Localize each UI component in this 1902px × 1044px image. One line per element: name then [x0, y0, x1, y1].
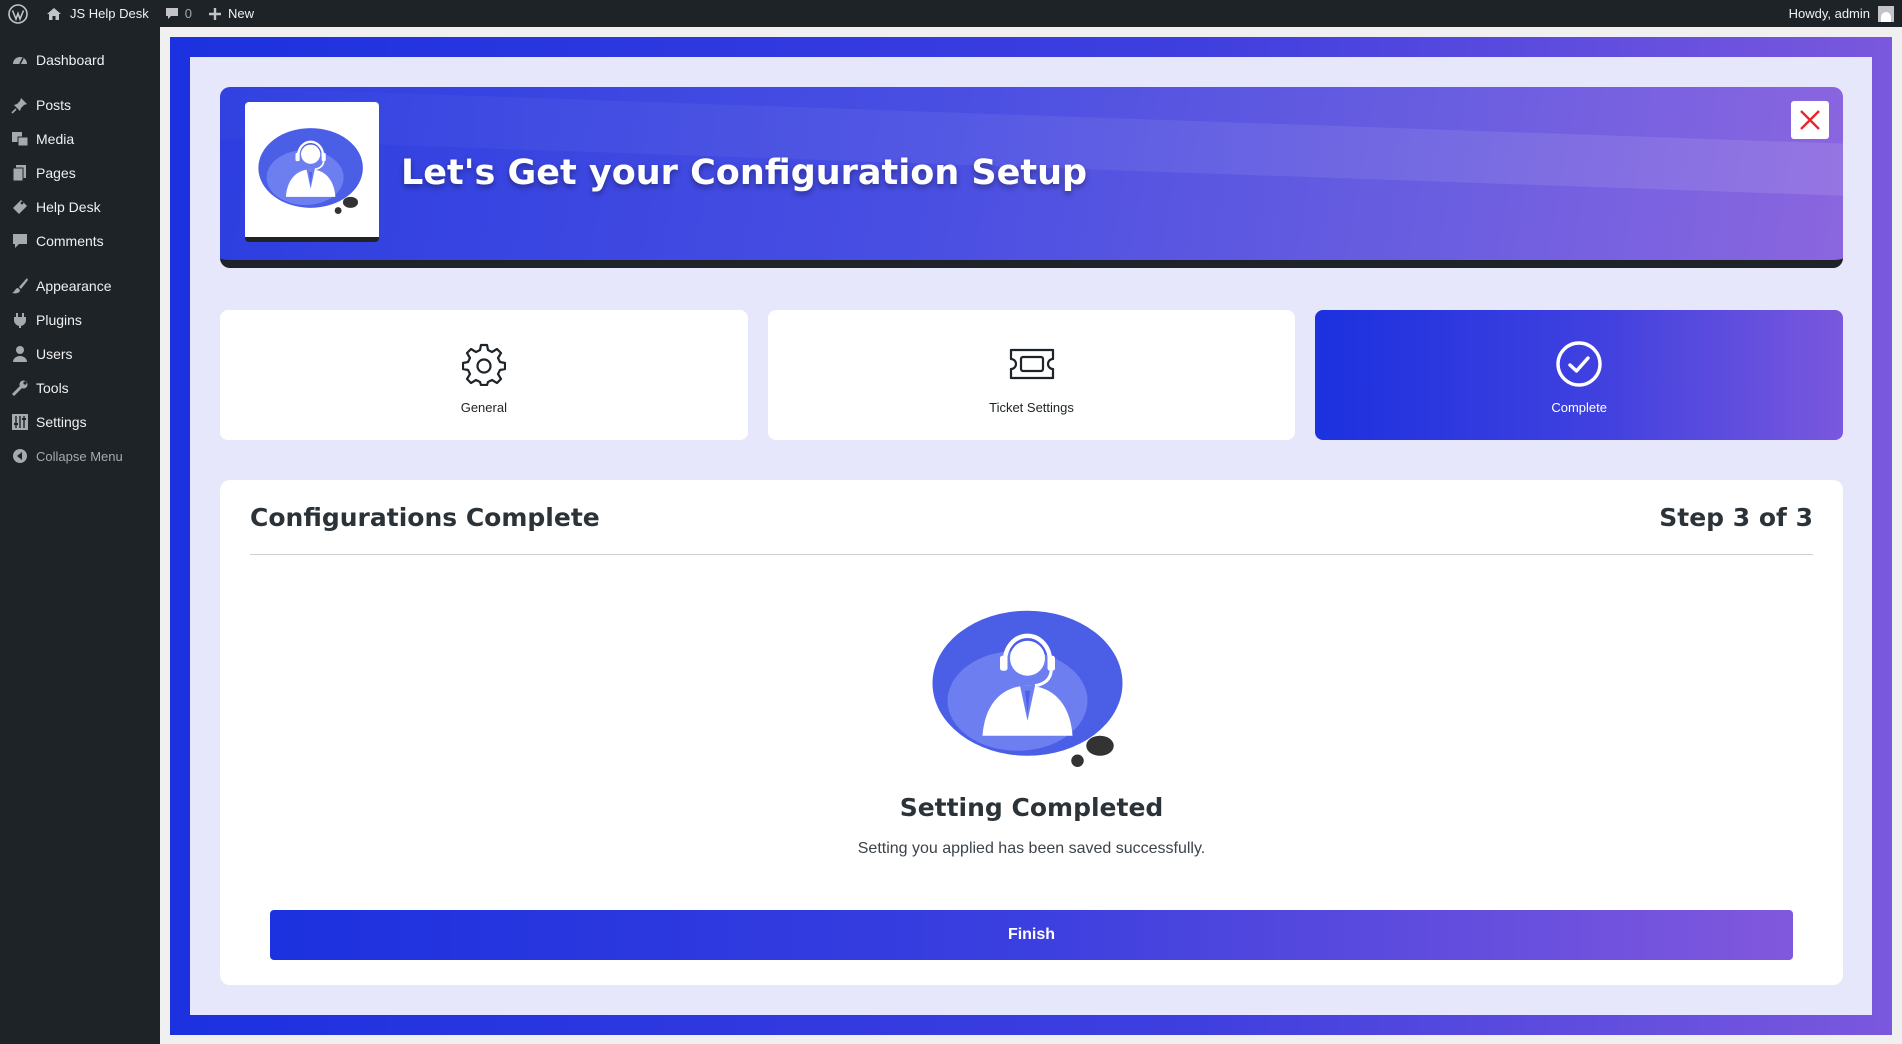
new-content-button[interactable]: New	[200, 0, 262, 27]
ticket-icon	[1007, 336, 1057, 392]
wizard-header-banner: Let's Get your Configuration Setup	[220, 87, 1843, 268]
plug-icon	[10, 310, 30, 330]
support-agent-icon	[932, 610, 1123, 767]
wrench-icon	[10, 378, 30, 398]
home-icon	[47, 7, 61, 20]
sidebar-item-tools[interactable]: Tools	[0, 371, 160, 405]
sidebar-item-appearance[interactable]: Appearance	[0, 269, 160, 303]
wordpress-logo-button[interactable]	[0, 0, 38, 27]
sidebar-item-label: Pages	[36, 165, 76, 181]
sidebar-item-comments[interactable]: Comments	[0, 224, 160, 258]
sidebar-item-dashboard[interactable]: Dashboard	[0, 43, 160, 77]
collapse-menu-label: Collapse Menu	[36, 448, 123, 464]
sliders-icon	[10, 412, 30, 432]
pages-icon	[10, 163, 30, 183]
setup-wizard-frame: Let's Get your Configuration Setup Gener…	[170, 37, 1892, 1035]
new-label: New	[227, 6, 254, 21]
configuration-complete-card: Configurations Complete Step 3 of 3 Sett…	[220, 480, 1843, 985]
pin-icon	[10, 95, 30, 115]
sidebar-item-label: Settings	[36, 414, 87, 430]
comments-link[interactable]: 0	[157, 0, 200, 27]
sidebar-item-label: Media	[36, 131, 75, 147]
completion-title: Setting Completed	[899, 793, 1164, 822]
comments-count: 0	[184, 6, 192, 21]
admin-bar: JS Help Desk 0 New Howdy, admin	[0, 0, 1902, 27]
dashboard-icon	[10, 50, 30, 70]
close-icon	[1800, 110, 1820, 130]
comment-icon	[165, 7, 178, 19]
sidebar-item-label: Appearance	[36, 278, 112, 294]
support-agent-icon	[258, 127, 363, 214]
avatar	[1878, 5, 1894, 22]
card-title: Configurations Complete	[250, 502, 600, 532]
sidebar-item-help-desk[interactable]: Help Desk	[0, 190, 160, 224]
completion-message: Setting you applied has been saved succe…	[857, 840, 1206, 857]
collapse-menu-button[interactable]: Collapse Menu	[0, 439, 160, 473]
sidebar-item-label: Comments	[36, 233, 104, 249]
completion-illustration	[930, 602, 1130, 777]
step-ticket-settings[interactable]: Ticket Settings	[767, 310, 1296, 440]
sidebar-item-label: Dashboard	[36, 52, 105, 68]
step-label: General	[460, 399, 507, 415]
sidebar-item-label: Posts	[36, 97, 72, 113]
account-menu[interactable]: Howdy, admin	[1781, 0, 1902, 27]
sidebar-item-plugins[interactable]: Plugins	[0, 303, 160, 337]
collapse-icon	[10, 446, 30, 466]
sidebar-item-label: Tools	[36, 380, 69, 396]
sidebar-item-settings[interactable]: Settings	[0, 405, 160, 439]
wizard-steps: General Ticket Settings Complete	[220, 310, 1844, 440]
user-icon	[10, 344, 30, 364]
howdy-label: Howdy, admin	[1788, 6, 1870, 21]
media-icon	[10, 129, 30, 149]
admin-sidebar: Dashboard Posts Media Pages Help Desk Co…	[0, 27, 160, 1044]
help-desk-logo	[245, 102, 379, 242]
step-label: Complete	[1551, 399, 1607, 415]
sidebar-item-label: Plugins	[36, 312, 82, 328]
sidebar-item-posts[interactable]: Posts	[0, 88, 160, 122]
sidebar-item-label: Help Desk	[36, 199, 101, 215]
check-circle-icon	[1555, 336, 1603, 392]
ticket-icon	[10, 197, 30, 217]
wizard-title: Let's Get your Configuration Setup	[401, 153, 1088, 193]
comment-icon	[10, 231, 30, 251]
site-name-link[interactable]: JS Help Desk	[38, 0, 157, 27]
site-name-label: JS Help Desk	[70, 6, 149, 21]
brush-icon	[10, 276, 30, 296]
setup-wizard-panel: Let's Get your Configuration Setup Gener…	[190, 57, 1872, 1015]
gear-icon	[461, 336, 506, 392]
wordpress-icon	[8, 3, 28, 24]
step-indicator: Step 3 of 3	[1659, 502, 1813, 532]
card-header: Configurations Complete Step 3 of 3	[250, 480, 1813, 555]
plus-icon	[208, 7, 221, 20]
step-general[interactable]: General	[220, 310, 748, 440]
sidebar-item-users[interactable]: Users	[0, 337, 160, 371]
sidebar-item-label: Users	[36, 346, 73, 362]
sidebar-item-pages[interactable]: Pages	[0, 156, 160, 190]
step-complete[interactable]: Complete	[1315, 310, 1844, 440]
finish-button[interactable]: Finish	[270, 910, 1793, 960]
close-wizard-button[interactable]	[1791, 101, 1829, 139]
step-label: Ticket Settings	[989, 399, 1074, 415]
sidebar-item-media[interactable]: Media	[0, 122, 160, 156]
